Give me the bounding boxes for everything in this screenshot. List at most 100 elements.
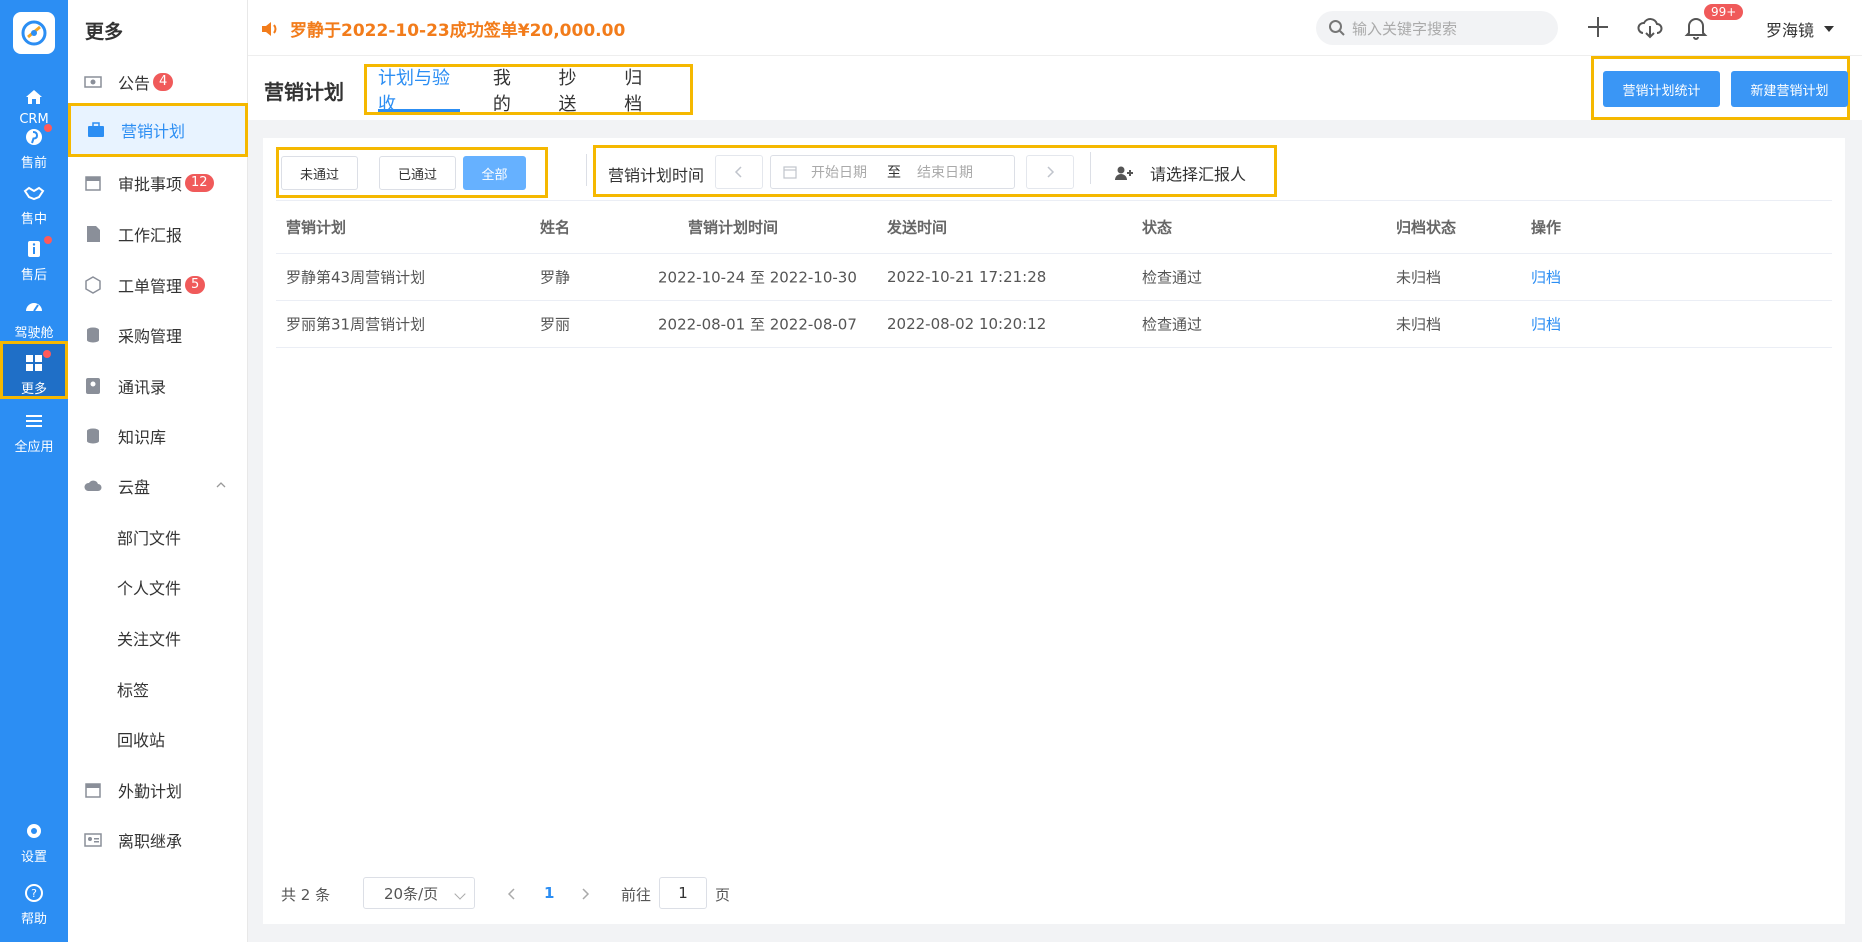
help-icon: ? <box>25 884 43 902</box>
sidebar-item-label: 采购管理 <box>118 327 183 346</box>
stats-button[interactable]: 营销计划统计 <box>1603 71 1720 107</box>
app-logo[interactable] <box>13 12 55 54</box>
date-range-picker[interactable]: 开始日期 至 结束日期 <box>770 155 1015 189</box>
top-bar: 罗静于2022-10-23成功签单¥20,000.00 输入关键字搜索 99+ … <box>248 0 1862 56</box>
rail-item-settings[interactable]: 设置 <box>0 810 68 874</box>
sidebar-item-approvals[interactable]: 审批事项 12 <box>68 158 248 208</box>
new-plan-button[interactable]: 新建营销计划 <box>1731 71 1848 107</box>
sidebar-item-label: 关注文件 <box>117 630 182 649</box>
sidebar-item-label: 通讯录 <box>118 378 167 397</box>
calendar-icon <box>783 166 797 179</box>
rail-item-insale[interactable]: 售中 <box>0 172 68 236</box>
sidebar-item-recycle-bin[interactable]: 回收站 <box>68 714 248 764</box>
sidebar-item-tags[interactable]: 标签 <box>68 664 248 714</box>
page-size-value: 20条/页 <box>384 884 439 903</box>
chevron-up-icon[interactable] <box>216 480 226 490</box>
sidebar-item-work-report[interactable]: 工作汇报 <box>68 209 248 259</box>
tab-bar: 计划与验收 我的 抄送 归档 <box>364 64 693 115</box>
status-filter-group: 未通过 已通过 全部 <box>276 147 548 198</box>
sidebar-item-label: 工作汇报 <box>118 226 183 245</box>
page-number[interactable]: 1 <box>544 884 554 902</box>
tab-archive[interactable]: 归档 <box>624 67 657 115</box>
plus-icon[interactable] <box>1584 13 1612 41</box>
rail-item-more[interactable]: 更多 <box>0 341 68 399</box>
search-input[interactable]: 输入关键字搜索 <box>1316 11 1558 45</box>
page-header: 营销计划 计划与验收 我的 抄送 归档 营销计划统计 新建营销计划 <box>248 56 1862 120</box>
sidebar-item-purchase[interactable]: 采购管理 <box>68 310 248 360</box>
tab-cc[interactable]: 抄送 <box>559 67 592 115</box>
prev-page-icon[interactable] <box>507 888 517 900</box>
filter-all-button[interactable]: 全部 <box>463 156 526 190</box>
sidebar-item-knowledge[interactable]: 知识库 <box>68 411 248 461</box>
filter-passed-button[interactable]: 已通过 <box>379 156 456 190</box>
table-row[interactable]: 罗静第43周营销计划 罗静 2022-10-24 至 2022-10-30 20… <box>276 254 1832 301</box>
rail-item-all-apps[interactable]: 全应用 <box>0 400 68 464</box>
archive-link[interactable]: 归档 <box>1531 314 1561 335</box>
date-filter-group: 营销计划时间 开始日期 至 结束日期 请选择汇报人 <box>593 145 1277 197</box>
rail-label: 售前 <box>20 156 47 171</box>
sidebar-item-label: 外勤计划 <box>118 782 183 801</box>
goto-suffix: 页 <box>715 886 731 904</box>
archive-status: 未归档 <box>1396 315 1442 334</box>
table-row[interactable]: 罗丽第31周营销计划 罗丽 2022-08-01 至 2022-08-07 20… <box>276 301 1832 348</box>
start-date-placeholder[interactable]: 开始日期 <box>811 162 867 182</box>
sidebar-item-dept-files[interactable]: 部门文件 <box>68 512 248 562</box>
divider <box>586 154 587 186</box>
pagination: 共 2 条 20条/页 1 前往 1 页 <box>281 877 730 910</box>
page-size-select[interactable]: 20条/页 <box>363 877 475 909</box>
grid-icon <box>26 355 42 371</box>
rail-item-aftersale[interactable]: 售后 <box>0 228 68 292</box>
sent-time: 2022-10-21 17:21:28 <box>887 268 1047 286</box>
gear-icon <box>27 824 41 838</box>
prev-period-button[interactable] <box>715 155 763 189</box>
sent-time: 2022-08-02 10:20:12 <box>887 315 1047 333</box>
speaker-icon <box>262 21 277 36</box>
tab-mine[interactable]: 我的 <box>493 67 526 115</box>
filter-not-passed-button[interactable]: 未通过 <box>281 156 358 190</box>
sidebar-item-contacts[interactable]: 通讯录 <box>68 361 248 411</box>
sidebar-item-followed-files[interactable]: 关注文件 <box>68 613 248 663</box>
secondary-sidebar: 更多 公告 4 营销计划 审批事项 12 工作汇报 工单管理 5 采购管理 通讯… <box>68 0 248 942</box>
sidebar-item-field-plan[interactable]: 外勤计划 <box>68 765 248 815</box>
sidebar-item-label: 营销计划 <box>121 122 186 141</box>
sidebar-item-marketing-plan[interactable]: 营销计划 <box>68 103 248 157</box>
rail-label: 驾驶舱 <box>14 326 54 341</box>
total-count: 共 2 条 <box>281 885 331 904</box>
sidebar-item-resignation[interactable]: 离职继承 <box>68 815 248 865</box>
page-title: 营销计划 <box>264 80 344 104</box>
rail-item-help[interactable]: ? 帮助 <box>0 872 68 936</box>
reporter-selector[interactable]: 请选择汇报人 <box>1114 161 1246 185</box>
archive-link[interactable]: 归档 <box>1531 267 1561 288</box>
rail-item-presale[interactable]: 售前 <box>0 116 68 180</box>
user-menu[interactable]: 罗海镜 <box>1766 17 1835 41</box>
dashboard-icon <box>26 303 42 312</box>
notice-ticker[interactable]: 罗静于2022-10-23成功签单¥20,000.00 <box>260 16 625 41</box>
rail-label: 设置 <box>20 850 47 865</box>
sidebar-item-tickets[interactable]: 工单管理 5 <box>68 260 248 310</box>
column-header: 营销计划时间 <box>688 218 779 237</box>
sidebar-item-label: 审批事项 <box>118 175 183 194</box>
calendar-icon <box>84 174 102 192</box>
info-icon <box>28 241 40 257</box>
sidebar-title: 更多 <box>85 21 124 43</box>
cloud-icon <box>84 477 102 495</box>
next-period-button[interactable] <box>1026 155 1074 189</box>
sidebar-item-cloud-drive[interactable]: 云盘 <box>68 461 248 511</box>
goto-page-input[interactable]: 1 <box>659 877 707 909</box>
sidebar-item-personal-files[interactable]: 个人文件 <box>68 562 248 612</box>
sidebar-item-announcement[interactable]: 公告 4 <box>68 57 248 107</box>
plan-name: 罗丽第31周营销计划 <box>286 315 426 334</box>
announcement-icon <box>84 73 102 91</box>
user-name: 罗海镜 <box>1766 21 1815 40</box>
status: 检查通过 <box>1142 315 1203 334</box>
next-page-icon[interactable] <box>580 888 590 900</box>
range-separator: 至 <box>887 165 901 181</box>
cloud-download-icon[interactable] <box>1636 13 1664 41</box>
tab-plan-acceptance[interactable]: 计划与验收 <box>378 67 460 115</box>
plans-table: 营销计划 姓名 营销计划时间 发送时间 状态 归档状态 操作 罗静第43周营销计… <box>276 200 1832 348</box>
count-badge: 4 <box>153 73 174 91</box>
end-date-placeholder[interactable]: 结束日期 <box>917 162 973 182</box>
search-icon <box>1329 20 1345 36</box>
sidebar-item-label: 公告 <box>118 74 151 93</box>
notification-dot <box>44 124 52 132</box>
